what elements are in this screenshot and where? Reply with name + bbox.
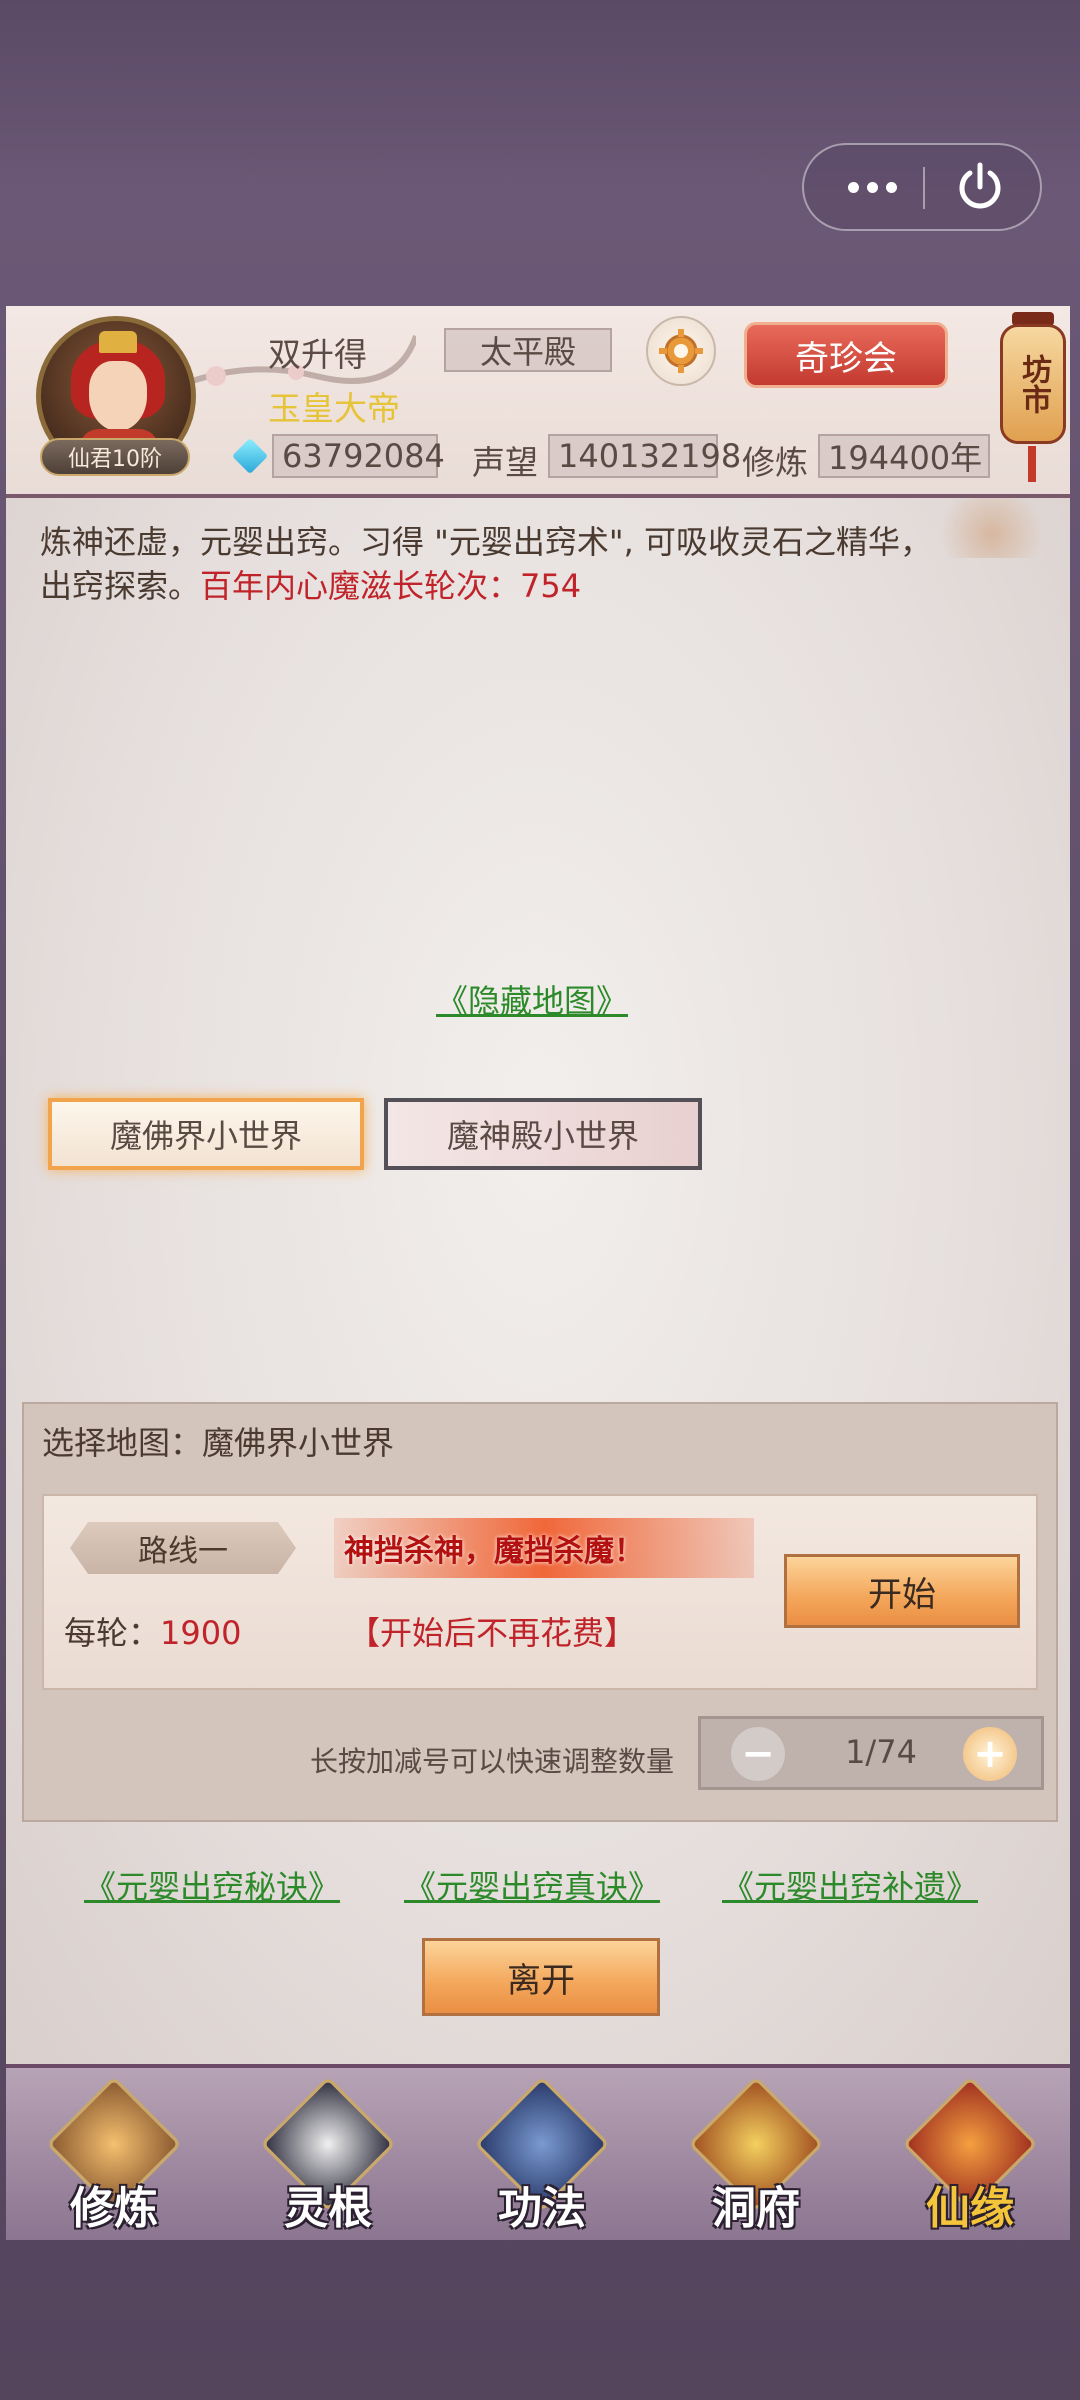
cultivation-label: 修炼 bbox=[742, 443, 808, 482]
cost-per-round: 每轮：1900 bbox=[64, 1608, 241, 1654]
nav-label: 功法 bbox=[498, 2183, 586, 2234]
power-icon[interactable] bbox=[950, 157, 1010, 217]
mini-program-capsule bbox=[802, 143, 1042, 231]
nav-label: 仙缘 bbox=[926, 2183, 1014, 2234]
nav-gongfa[interactable]: 功法 bbox=[462, 2074, 622, 2234]
market-lantern-label: 坊市 bbox=[1000, 324, 1066, 444]
reputation-label: 声望 bbox=[472, 443, 538, 482]
secret-link-3[interactable]: 《元婴出窍补遗》 bbox=[722, 1862, 978, 1908]
spirit-stone-icon bbox=[231, 437, 269, 475]
hidden-map-link[interactable]: 《隐藏地图》 bbox=[436, 976, 628, 1022]
slogan-banner: 神挡杀神，魔挡杀魔！ bbox=[334, 1518, 754, 1578]
nav-xianyuan[interactable]: 仙缘 bbox=[890, 2074, 1050, 2234]
route-card: 路线一 神挡杀神，魔挡杀魔！ 每轮：1900 【开始后不再花费】 开始 bbox=[42, 1494, 1038, 1690]
gear-icon[interactable] bbox=[646, 316, 716, 386]
player-name: 双升得 bbox=[268, 335, 367, 374]
secret-link-2[interactable]: 《元婴出窍真诀》 bbox=[404, 1862, 660, 1908]
reputation-value: 140132198 bbox=[548, 434, 741, 478]
plus-icon[interactable]: + bbox=[963, 1727, 1017, 1781]
game-window: 仙君10阶 双升得 玉皇大帝 太平殿 奇珍会 坊市 63792084 声望 14… bbox=[6, 306, 1070, 2240]
rank-badge: 仙君10阶 bbox=[40, 438, 190, 476]
cost-value: 1900 bbox=[160, 1614, 242, 1652]
minus-icon[interactable]: − bbox=[731, 1727, 785, 1781]
leave-button[interactable]: 离开 bbox=[422, 1938, 660, 2016]
bottom-nav: 修炼 灵根 功法 洞府 仙缘 bbox=[6, 2064, 1070, 2240]
map-button-mofojie[interactable]: 魔佛界小世界 bbox=[48, 1098, 364, 1170]
spirit-stone-count: 63792084 bbox=[272, 434, 445, 478]
location-box[interactable]: 太平殿 bbox=[444, 328, 612, 372]
nav-label: 洞府 bbox=[712, 2183, 800, 2234]
more-dots-icon[interactable] bbox=[830, 145, 914, 229]
description: 炼神还虚，元婴出窍。习得 "元婴出窍术", 可吸收灵石之精华，出窍探索。百年内心… bbox=[40, 520, 940, 608]
cultivation-value: 194400年 bbox=[818, 434, 990, 478]
inner-demon-rounds: 百年内心魔滋长轮次：754 bbox=[200, 567, 582, 605]
nav-dongfu[interactable]: 洞府 bbox=[676, 2074, 836, 2234]
nav-label: 灵根 bbox=[284, 2183, 372, 2234]
start-button[interactable]: 开始 bbox=[784, 1554, 1020, 1628]
nav-xiulian[interactable]: 修炼 bbox=[34, 2074, 194, 2234]
quantity-count: 1/74 bbox=[845, 1733, 917, 1771]
market-lantern[interactable]: 坊市 bbox=[994, 306, 1070, 482]
long-press-hint: 长按加减号可以快速调整数量 bbox=[310, 1745, 675, 1778]
quantity-stepper: − 1/74 + bbox=[698, 1716, 1044, 1790]
free-after-start-note: 【开始后不再花费】 bbox=[348, 1614, 637, 1652]
cloud-decoration bbox=[940, 498, 1070, 558]
nav-label: 修炼 bbox=[70, 2183, 158, 2234]
map-button-moshendian[interactable]: 魔神殿小世界 bbox=[384, 1098, 702, 1170]
nav-linggen[interactable]: 灵根 bbox=[248, 2074, 408, 2234]
route-selector[interactable]: 路线一 bbox=[70, 1522, 296, 1574]
treasure-auction-button[interactable]: 奇珍会 bbox=[744, 322, 948, 388]
map-selection-panel: 选择地图：魔佛界小世界 路线一 神挡杀神，魔挡杀魔！ 每轮：1900 【开始后不… bbox=[22, 1402, 1058, 1822]
player-title: 玉皇大帝 bbox=[268, 389, 400, 428]
player-header: 仙君10阶 双升得 玉皇大帝 太平殿 奇珍会 坊市 63792084 声望 14… bbox=[6, 306, 1070, 498]
main-panel: 炼神还虚，元婴出窍。习得 "元婴出窍术", 可吸收灵石之精华，出窍探索。百年内心… bbox=[6, 498, 1070, 2064]
cost-label: 每轮： bbox=[64, 1614, 161, 1652]
secret-link-1[interactable]: 《元婴出窍秘诀》 bbox=[84, 1862, 340, 1908]
selected-map-title: 选择地图：魔佛界小世界 bbox=[42, 1424, 395, 1462]
capsule-divider bbox=[923, 167, 925, 209]
